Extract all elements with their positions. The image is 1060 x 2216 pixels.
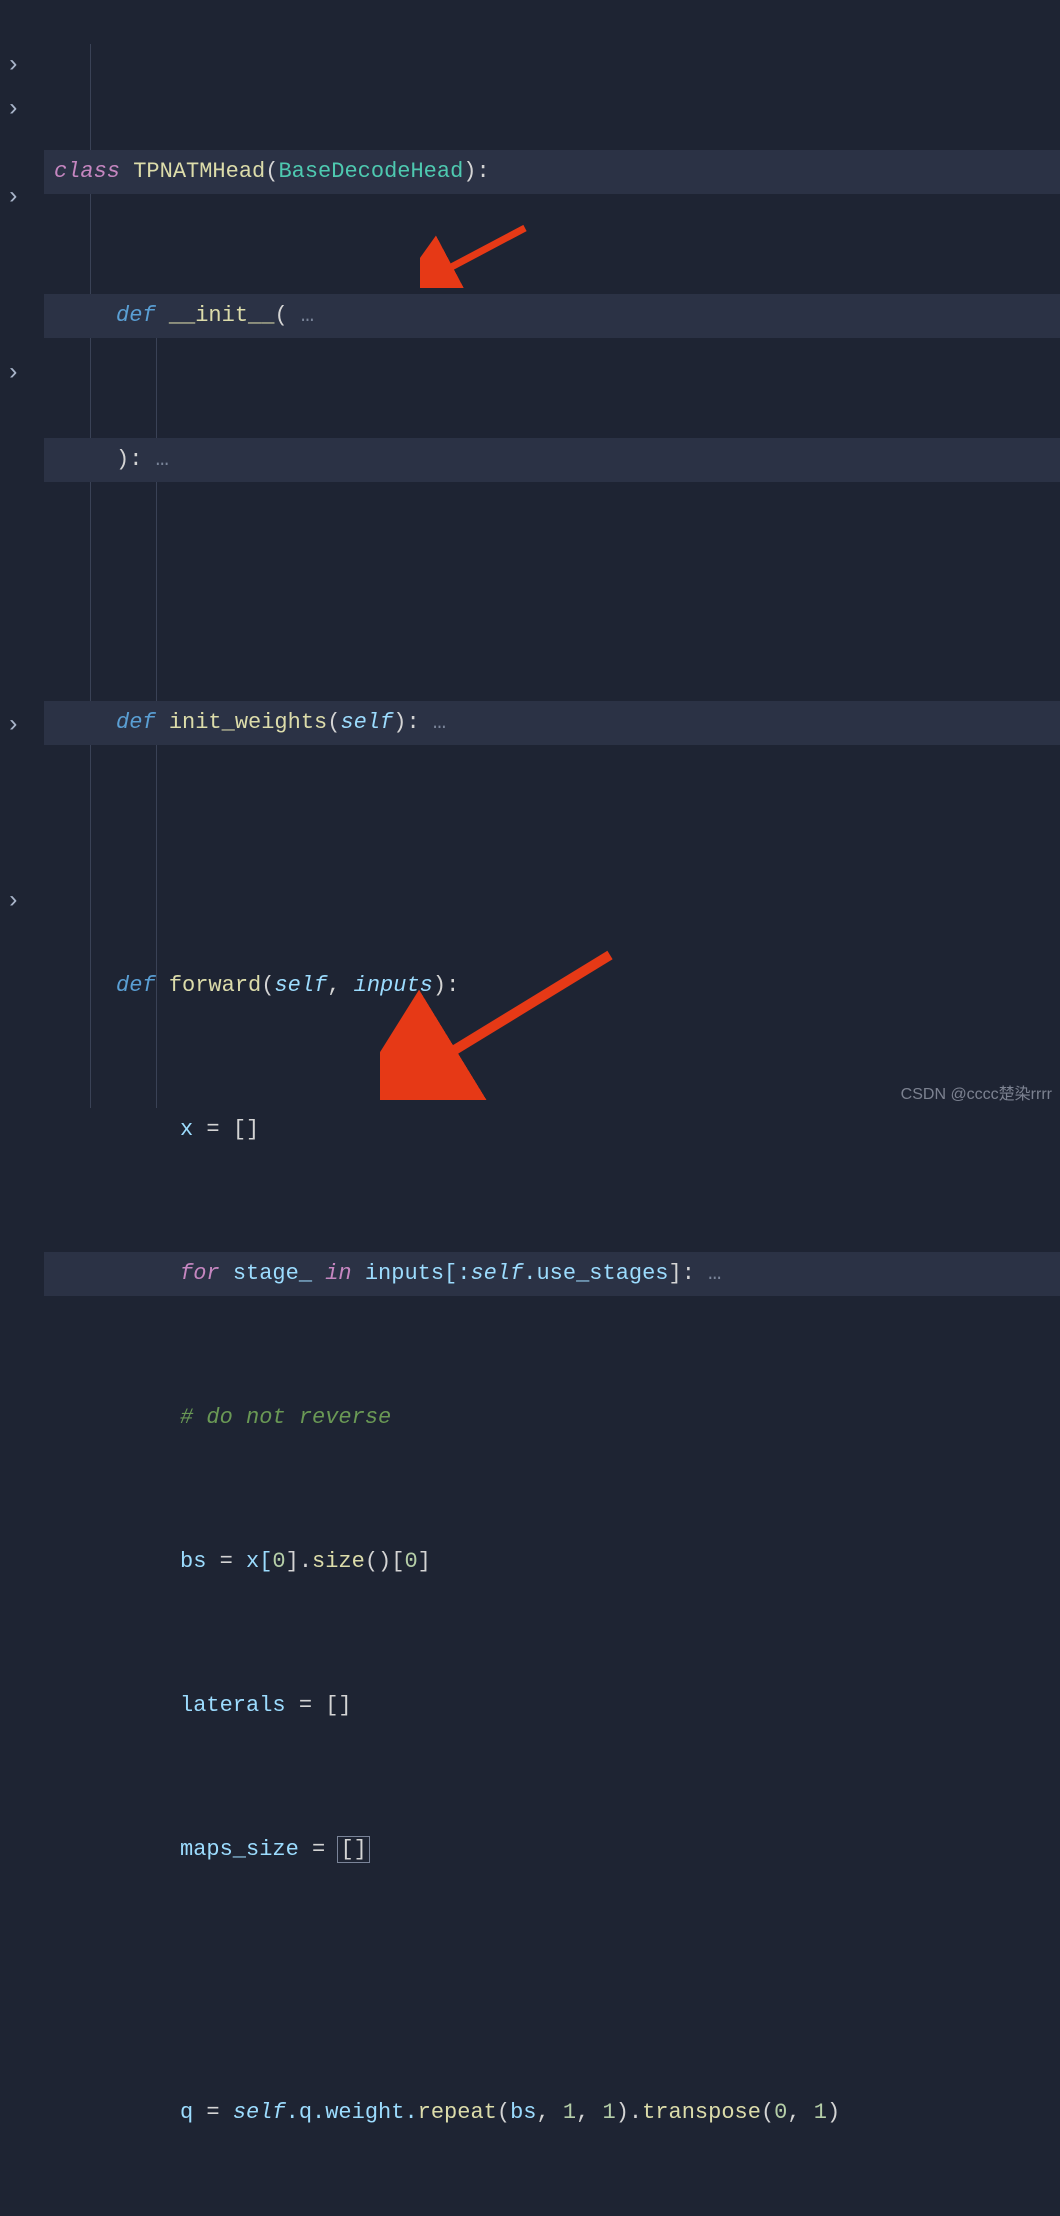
blank-line	[44, 820, 1060, 864]
code-line[interactable]: x = []	[44, 1108, 1060, 1152]
fold-chevron-icon[interactable]: ›	[6, 360, 20, 387]
code-line[interactable]: laterals = []	[44, 1684, 1060, 1728]
code-line[interactable]: bs = x[0].size()[0]	[44, 1540, 1060, 1584]
code-line[interactable]: ): …	[44, 438, 1060, 482]
code-line[interactable]: q = self.q.weight.repeat(bs, 1, 1).trans…	[44, 2091, 1060, 2135]
cursor-highlight: []	[338, 1837, 368, 1862]
code-line[interactable]: maps_size = []	[44, 1828, 1060, 1872]
code-line[interactable]: def __init__( …	[44, 294, 1060, 338]
fold-chevron-icon[interactable]: ›	[6, 52, 20, 79]
fold-chevron-icon[interactable]: ›	[6, 888, 20, 915]
fold-chevron-icon[interactable]: ›	[6, 96, 20, 123]
fold-chevron-icon[interactable]: ›	[6, 184, 20, 211]
code-content[interactable]: class TPNATMHead(BaseDecodeHead): def __…	[44, 0, 1060, 1108]
code-line[interactable]: def init_weights(self): …	[44, 701, 1060, 745]
fold-gutter: › › › › › ›	[0, 0, 44, 1108]
code-editor[interactable]: › › › › › › class TPNATMHead(BaseDecodeH…	[0, 0, 1060, 1108]
fold-chevron-icon[interactable]: ›	[6, 712, 20, 739]
code-line[interactable]: class TPNATMHead(BaseDecodeHead):	[44, 150, 1060, 194]
code-line[interactable]: # do not reverse	[44, 1396, 1060, 1440]
code-line[interactable]: for stage_ in inputs[:self.use_stages]: …	[44, 1252, 1060, 1296]
watermark: CSDN @cccc楚染rrrr	[901, 1080, 1052, 1104]
blank-line	[44, 2210, 1060, 2216]
blank-line	[44, 557, 1060, 601]
blank-line	[44, 1947, 1060, 1991]
code-line[interactable]: def forward(self, inputs):	[44, 964, 1060, 1008]
